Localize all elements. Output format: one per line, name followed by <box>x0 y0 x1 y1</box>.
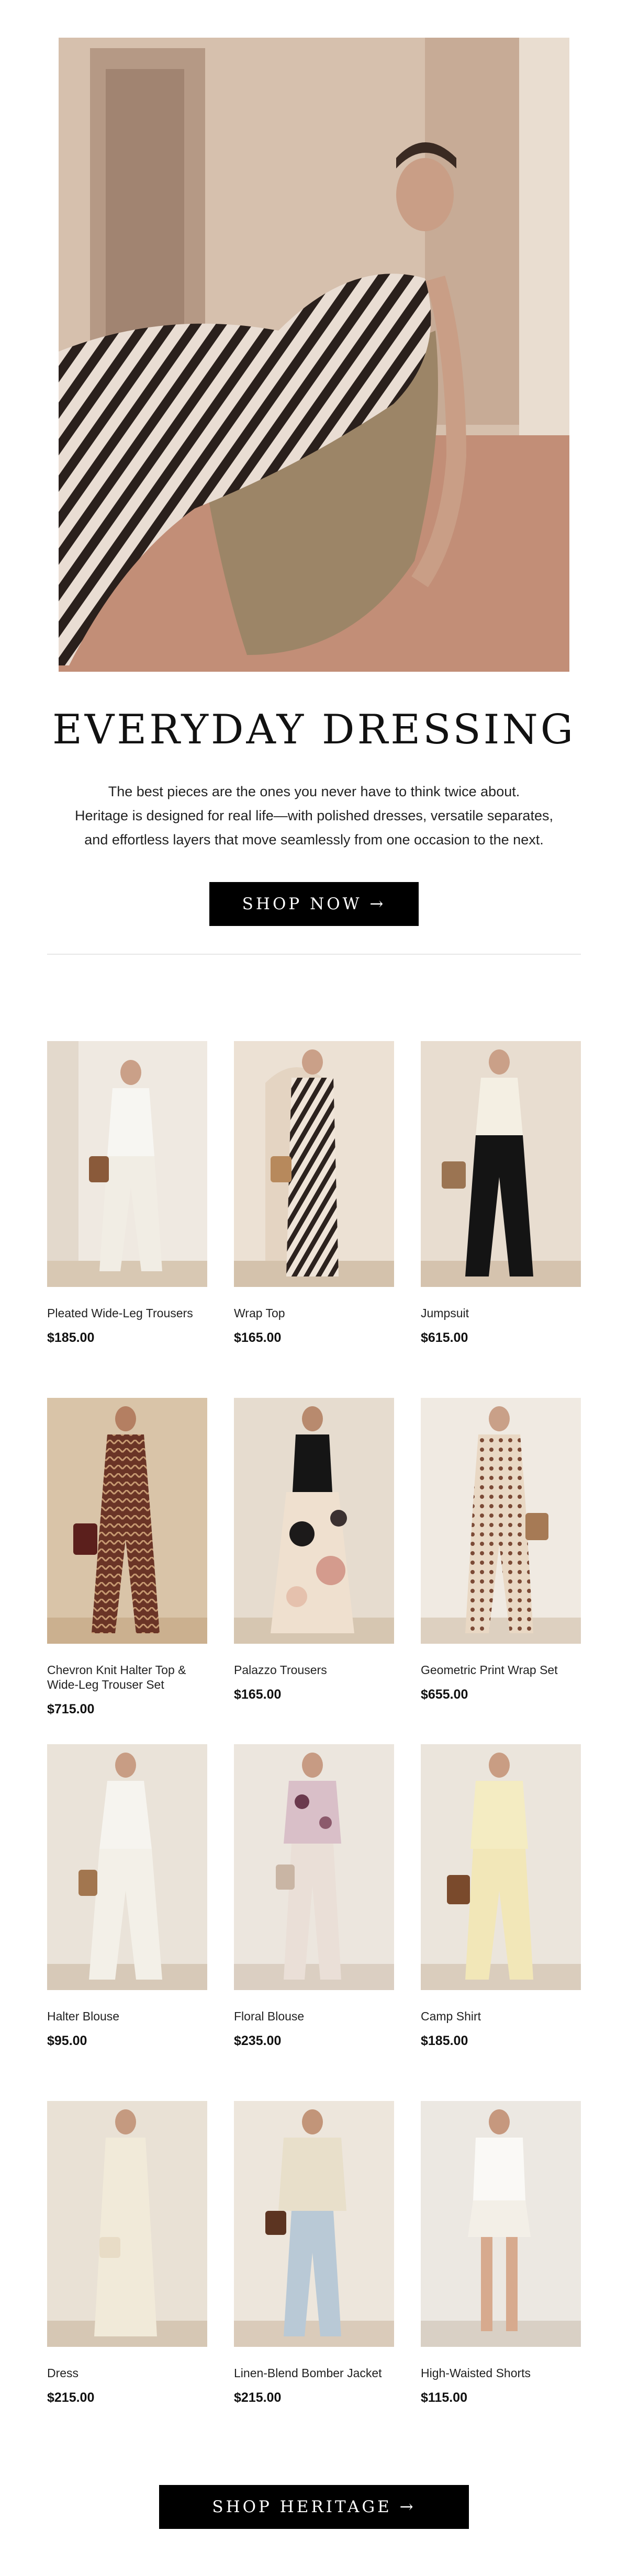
hero-photo-illustration <box>59 38 569 672</box>
product-price: $115.00 <box>421 2390 467 2405</box>
product-photo-illustration <box>234 1744 394 1990</box>
product-photo-illustration <box>47 1398 207 1644</box>
product-image[interactable] <box>234 1398 394 1644</box>
product-name[interactable]: Chevron Knit Halter Top & Wide-Leg Trous… <box>47 1663 207 1692</box>
page-title: EVERYDAY DRESSING <box>52 706 576 753</box>
product-name[interactable]: Floral Blouse <box>234 2009 394 2024</box>
product-name[interactable]: Geometric Print Wrap Set <box>421 1663 581 1677</box>
product-price: $185.00 <box>421 2033 468 2048</box>
product-name[interactable]: Linen-Blend Bomber Jacket <box>234 2366 394 2380</box>
product-photo-illustration <box>47 2101 207 2347</box>
product-card[interactable]: Pleated Wide-Leg Trousers $185.00 <box>47 1041 207 1346</box>
product-image[interactable] <box>234 2101 394 2347</box>
product-name[interactable]: Wrap Top <box>234 1306 394 1320</box>
product-name[interactable]: Jumpsuit <box>421 1306 581 1320</box>
product-price: $215.00 <box>47 2390 95 2405</box>
product-card[interactable]: Palazzo Trousers $165.00 <box>234 1398 394 1702</box>
shop-heritage-button[interactable]: SHOP HERITAGE → <box>159 2485 469 2529</box>
product-card[interactable]: High-Waisted Shorts $115.00 <box>421 2101 581 2405</box>
product-name[interactable]: Halter Blouse <box>47 2009 207 2024</box>
product-price: $215.00 <box>234 2390 282 2405</box>
product-photo-illustration <box>47 1041 207 1287</box>
intro-paragraph: The best pieces are the ones you never h… <box>52 779 576 852</box>
product-image[interactable] <box>47 2101 207 2347</box>
product-photo-illustration <box>234 1398 394 1644</box>
product-price: $185.00 <box>47 1330 95 1345</box>
product-name[interactable]: High-Waisted Shorts <box>421 2366 581 2380</box>
product-price: $165.00 <box>234 1330 282 1345</box>
product-photo-illustration <box>421 1041 581 1287</box>
product-price: $165.00 <box>234 1687 282 1702</box>
product-card[interactable]: Geometric Print Wrap Set $655.00 <box>421 1398 581 1702</box>
product-name[interactable]: Palazzo Trousers <box>234 1663 394 1677</box>
product-name[interactable]: Dress <box>47 2366 207 2380</box>
product-image[interactable] <box>234 1041 394 1287</box>
product-card[interactable]: Wrap Top $165.00 <box>234 1041 394 1346</box>
product-price: $615.00 <box>421 1330 468 1345</box>
product-photo-illustration <box>421 1744 581 1990</box>
product-image[interactable] <box>234 1744 394 1990</box>
product-image[interactable] <box>47 1041 207 1287</box>
product-card[interactable]: Jumpsuit $615.00 <box>421 1041 581 1346</box>
product-photo-illustration <box>421 2101 581 2347</box>
product-image[interactable] <box>421 1398 581 1644</box>
shop-now-button[interactable]: SHOP NOW → <box>209 882 419 926</box>
product-card[interactable]: Dress $215.00 <box>47 2101 207 2405</box>
product-photo-illustration <box>234 2101 394 2347</box>
intro-line: The best pieces are the ones you never h… <box>108 784 520 799</box>
product-card[interactable]: Camp Shirt $185.00 <box>421 1744 581 2049</box>
product-price: $715.00 <box>47 1702 95 1716</box>
product-card[interactable]: Linen-Blend Bomber Jacket $215.00 <box>234 2101 394 2405</box>
section-divider <box>47 954 581 955</box>
product-photo-illustration <box>234 1041 394 1287</box>
product-name[interactable]: Camp Shirt <box>421 2009 581 2024</box>
product-image[interactable] <box>421 1041 581 1287</box>
product-photo-illustration <box>421 1398 581 1644</box>
hero-image[interactable] <box>59 38 569 672</box>
intro-line: Heritage is designed for real life—with … <box>75 808 553 823</box>
product-image[interactable] <box>47 1744 207 1990</box>
product-image[interactable] <box>421 1744 581 1990</box>
product-price: $95.00 <box>47 2033 87 2048</box>
product-card[interactable]: Halter Blouse $95.00 <box>47 1744 207 2049</box>
product-image[interactable] <box>47 1398 207 1644</box>
product-card[interactable]: Chevron Knit Halter Top & Wide-Leg Trous… <box>47 1398 207 1717</box>
product-price: $235.00 <box>234 2033 282 2048</box>
product-name[interactable]: Pleated Wide-Leg Trousers <box>47 1306 207 1320</box>
product-image[interactable] <box>421 2101 581 2347</box>
product-card[interactable]: Floral Blouse $235.00 <box>234 1744 394 2049</box>
product-photo-illustration <box>47 1744 207 1990</box>
intro-line: and effortless layers that move seamless… <box>84 832 544 848</box>
product-price: $655.00 <box>421 1687 468 1702</box>
